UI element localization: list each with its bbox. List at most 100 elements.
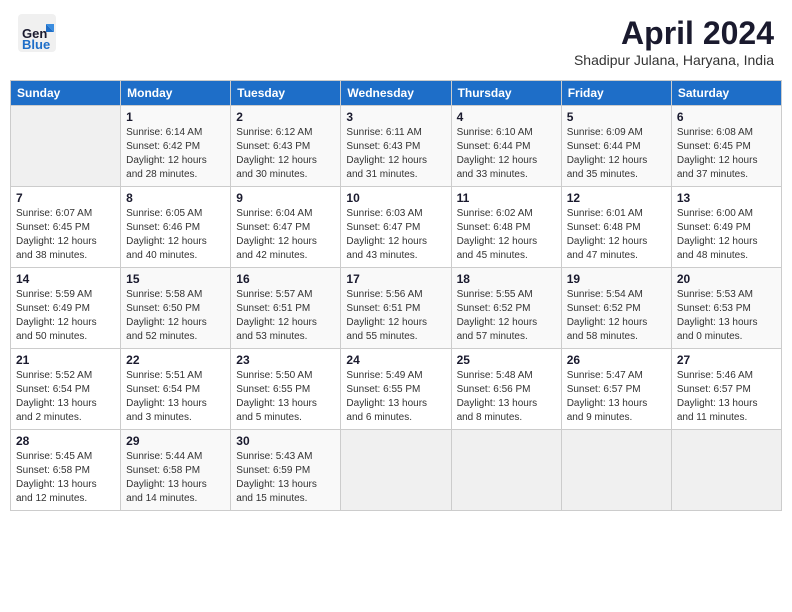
day-info: Sunrise: 6:03 AM Sunset: 6:47 PM Dayligh…	[346, 207, 445, 263]
calendar-table: SundayMondayTuesdayWednesdayThursdayFrid…	[10, 80, 782, 511]
day-number: 11	[457, 191, 556, 205]
day-number: 13	[677, 191, 776, 205]
calendar-cell: 10 Sunrise: 6:03 AM Sunset: 6:47 PM Dayli…	[341, 187, 451, 268]
calendar-cell: 21Sunrise: 5:52 AM Sunset: 6:54 PM Dayli…	[11, 349, 121, 430]
day-info: Sunrise: 5:57 AM Sunset: 6:51 PM Dayligh…	[236, 288, 335, 344]
calendar-cell: 27 Sunrise: 5:46 AM Sunset: 6:57 PM Dayli…	[671, 349, 781, 430]
calendar-week-row: 1Sunrise: 6:14 AM Sunset: 6:42 PM Daylig…	[11, 106, 782, 187]
day-number: 17	[346, 272, 445, 286]
calendar-week-row: 7Sunrise: 6:07 AM Sunset: 6:45 PM Daylig…	[11, 187, 782, 268]
logo: Gen Blue	[18, 14, 56, 52]
calendar-cell: 20Sunrise: 5:53 AM Sunset: 6:53 PM Dayli…	[671, 268, 781, 349]
day-number: 10	[346, 191, 445, 205]
day-number: 21	[16, 353, 115, 367]
day-number: 28	[16, 434, 115, 448]
day-number: 25	[457, 353, 556, 367]
day-info: Sunrise: 6:04 AM Sunset: 6:47 PM Dayligh…	[236, 207, 335, 263]
calendar-cell: 23 Sunrise: 5:50 AM Sunset: 6:55 PM Dayli…	[231, 349, 341, 430]
day-info: Sunrise: 6:01 AM Sunset: 6:48 PM Dayligh…	[567, 207, 666, 263]
month-title: April 2024	[574, 14, 774, 52]
day-info: Sunrise: 6:10 AM Sunset: 6:44 PM Dayligh…	[457, 126, 556, 182]
calendar-cell: 13Sunrise: 6:00 AM Sunset: 6:49 PM Dayli…	[671, 187, 781, 268]
day-number: 19	[567, 272, 666, 286]
day-info: Sunrise: 5:48 AM Sunset: 6:56 PM Dayligh…	[457, 369, 556, 425]
days-of-week-row: SundayMondayTuesdayWednesdayThursdayFrid…	[11, 81, 782, 106]
calendar-cell: 14 Sunrise: 5:59 AM Sunset: 6:49 PM Dayli…	[11, 268, 121, 349]
day-number: 22	[126, 353, 225, 367]
day-info: Sunrise: 5:44 AM Sunset: 6:58 PM Dayligh…	[126, 450, 225, 506]
day-of-week-header: Monday	[121, 81, 231, 106]
day-info: Sunrise: 5:43 AM Sunset: 6:59 PM Dayligh…	[236, 450, 335, 506]
day-number: 7	[16, 191, 115, 205]
calendar-cell: 29 Sunrise: 5:44 AM Sunset: 6:58 PM Dayli…	[121, 430, 231, 511]
day-number: 16	[236, 272, 335, 286]
calendar-cell: 12Sunrise: 6:01 AM Sunset: 6:48 PM Dayli…	[561, 187, 671, 268]
calendar-cell	[561, 430, 671, 511]
calendar-cell: 25 Sunrise: 5:48 AM Sunset: 6:56 PM Dayli…	[451, 349, 561, 430]
day-of-week-header: Saturday	[671, 81, 781, 106]
day-info: Sunrise: 5:45 AM Sunset: 6:58 PM Dayligh…	[16, 450, 115, 506]
day-info: Sunrise: 6:11 AM Sunset: 6:43 PM Dayligh…	[346, 126, 445, 182]
day-number: 20	[677, 272, 776, 286]
day-info: Sunrise: 6:08 AM Sunset: 6:45 PM Dayligh…	[677, 126, 776, 182]
day-number: 29	[126, 434, 225, 448]
day-info: Sunrise: 6:02 AM Sunset: 6:48 PM Dayligh…	[457, 207, 556, 263]
day-number: 5	[567, 110, 666, 124]
calendar-cell	[671, 430, 781, 511]
calendar-cell: 8Sunrise: 6:05 AM Sunset: 6:46 PM Daylig…	[121, 187, 231, 268]
day-of-week-header: Friday	[561, 81, 671, 106]
calendar-cell: 26 Sunrise: 5:47 AM Sunset: 6:57 PM Dayli…	[561, 349, 671, 430]
calendar-cell: 22 Sunrise: 5:51 AM Sunset: 6:54 PM Dayli…	[121, 349, 231, 430]
day-number: 24	[346, 353, 445, 367]
calendar-cell: 7Sunrise: 6:07 AM Sunset: 6:45 PM Daylig…	[11, 187, 121, 268]
calendar-week-row: 14 Sunrise: 5:59 AM Sunset: 6:49 PM Dayli…	[11, 268, 782, 349]
day-number: 23	[236, 353, 335, 367]
day-number: 27	[677, 353, 776, 367]
day-number: 18	[457, 272, 556, 286]
day-number: 8	[126, 191, 225, 205]
calendar-cell	[11, 106, 121, 187]
day-of-week-header: Thursday	[451, 81, 561, 106]
day-number: 9	[236, 191, 335, 205]
day-info: Sunrise: 5:56 AM Sunset: 6:51 PM Dayligh…	[346, 288, 445, 344]
day-info: Sunrise: 5:50 AM Sunset: 6:55 PM Dayligh…	[236, 369, 335, 425]
day-info: Sunrise: 5:59 AM Sunset: 6:49 PM Dayligh…	[16, 288, 115, 344]
day-of-week-header: Tuesday	[231, 81, 341, 106]
calendar-cell: 2 Sunrise: 6:12 AM Sunset: 6:43 PM Daylig…	[231, 106, 341, 187]
day-info: Sunrise: 5:51 AM Sunset: 6:54 PM Dayligh…	[126, 369, 225, 425]
location: Shadipur Julana, Haryana, India	[574, 52, 774, 68]
day-of-week-header: Sunday	[11, 81, 121, 106]
calendar-week-row: 28 Sunrise: 5:45 AM Sunset: 6:58 PM Dayli…	[11, 430, 782, 511]
logo-icon: Gen Blue	[18, 14, 56, 52]
day-number: 26	[567, 353, 666, 367]
day-number: 2	[236, 110, 335, 124]
calendar-cell: 11 Sunrise: 6:02 AM Sunset: 6:48 PM Dayli…	[451, 187, 561, 268]
title-block: April 2024 Shadipur Julana, Haryana, Ind…	[574, 14, 774, 68]
calendar-cell: 16 Sunrise: 5:57 AM Sunset: 6:51 PM Dayli…	[231, 268, 341, 349]
calendar-cell: 24 Sunrise: 5:49 AM Sunset: 6:55 PM Dayli…	[341, 349, 451, 430]
calendar-cell: 1Sunrise: 6:14 AM Sunset: 6:42 PM Daylig…	[121, 106, 231, 187]
day-info: Sunrise: 6:14 AM Sunset: 6:42 PM Dayligh…	[126, 126, 225, 182]
calendar-week-row: 21Sunrise: 5:52 AM Sunset: 6:54 PM Dayli…	[11, 349, 782, 430]
calendar-cell: 30 Sunrise: 5:43 AM Sunset: 6:59 PM Dayli…	[231, 430, 341, 511]
day-info: Sunrise: 5:54 AM Sunset: 6:52 PM Dayligh…	[567, 288, 666, 344]
svg-text:Blue: Blue	[22, 37, 50, 52]
calendar-cell: 9 Sunrise: 6:04 AM Sunset: 6:47 PM Daylig…	[231, 187, 341, 268]
day-info: Sunrise: 5:49 AM Sunset: 6:55 PM Dayligh…	[346, 369, 445, 425]
calendar-cell: 3Sunrise: 6:11 AM Sunset: 6:43 PM Daylig…	[341, 106, 451, 187]
calendar-cell	[341, 430, 451, 511]
day-info: Sunrise: 5:58 AM Sunset: 6:50 PM Dayligh…	[126, 288, 225, 344]
calendar-cell: 6 Sunrise: 6:08 AM Sunset: 6:45 PM Daylig…	[671, 106, 781, 187]
calendar-cell: 5 Sunrise: 6:09 AM Sunset: 6:44 PM Daylig…	[561, 106, 671, 187]
day-number: 14	[16, 272, 115, 286]
day-info: Sunrise: 6:09 AM Sunset: 6:44 PM Dayligh…	[567, 126, 666, 182]
day-number: 30	[236, 434, 335, 448]
day-info: Sunrise: 6:12 AM Sunset: 6:43 PM Dayligh…	[236, 126, 335, 182]
day-info: Sunrise: 5:47 AM Sunset: 6:57 PM Dayligh…	[567, 369, 666, 425]
day-number: 6	[677, 110, 776, 124]
day-info: Sunrise: 5:46 AM Sunset: 6:57 PM Dayligh…	[677, 369, 776, 425]
calendar-body: 1Sunrise: 6:14 AM Sunset: 6:42 PM Daylig…	[11, 106, 782, 511]
page-header: Gen Blue April 2024 Shadipur Julana, Har…	[10, 10, 782, 72]
calendar-cell: 18Sunrise: 5:55 AM Sunset: 6:52 PM Dayli…	[451, 268, 561, 349]
day-of-week-header: Wednesday	[341, 81, 451, 106]
